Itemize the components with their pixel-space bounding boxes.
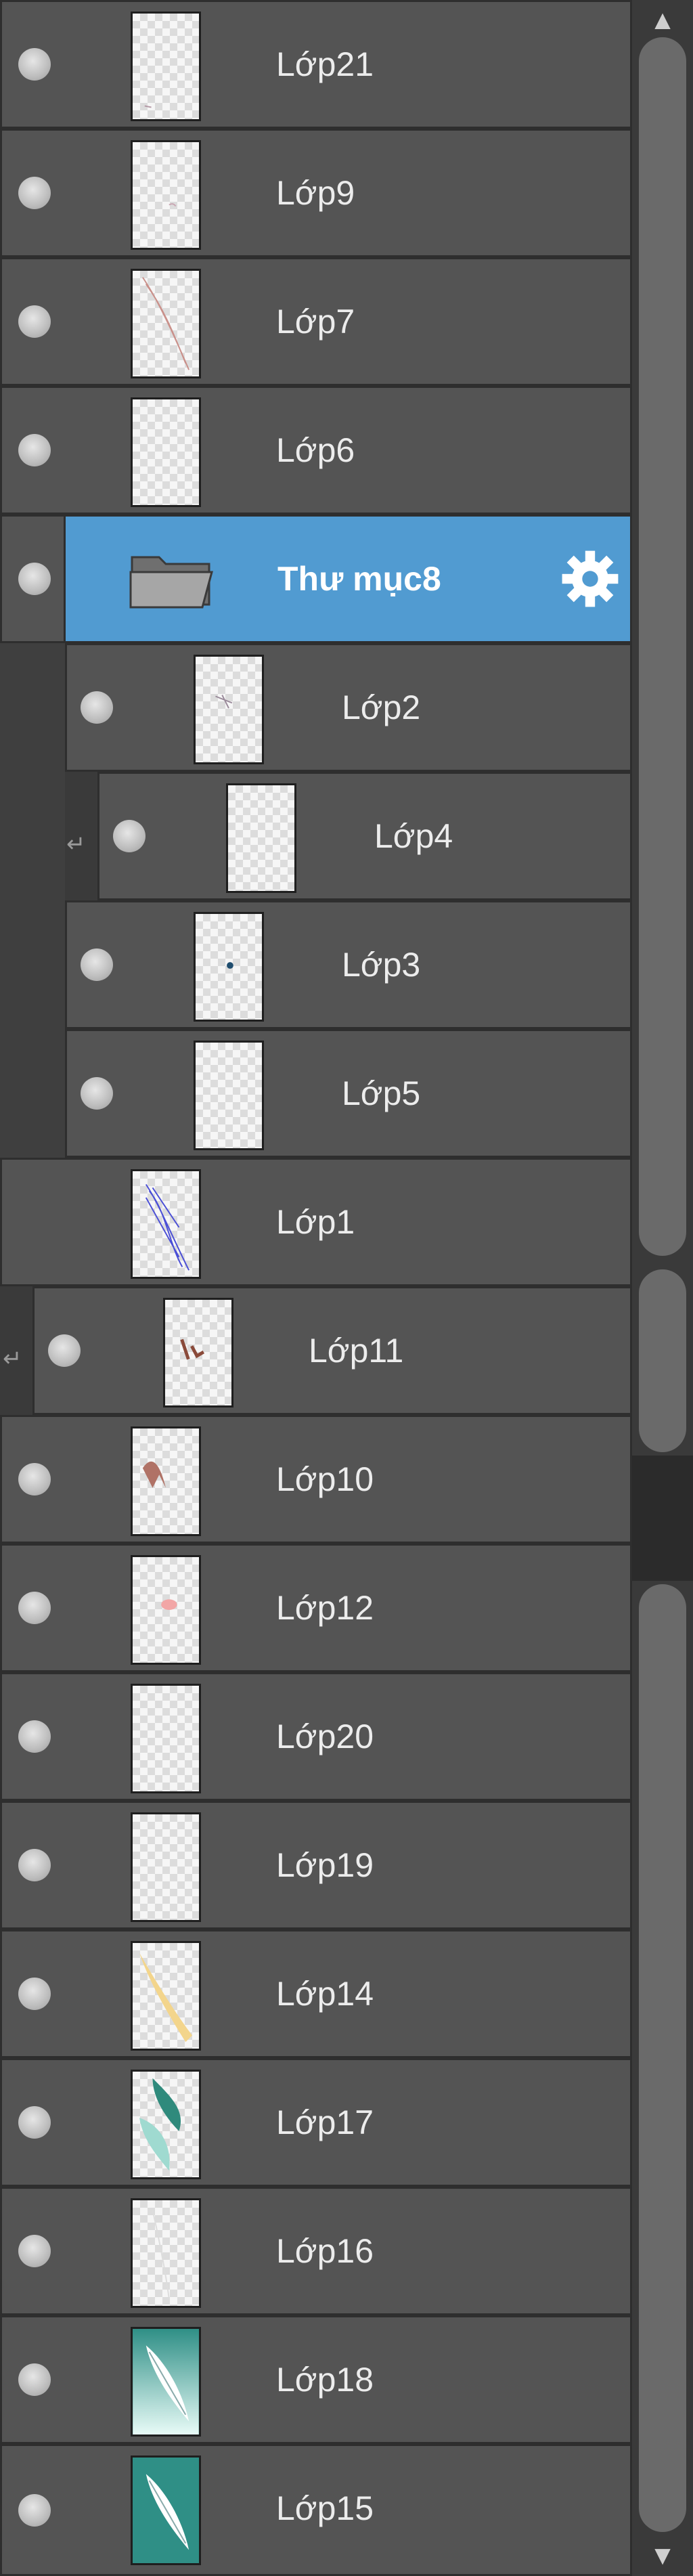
scrollbar-thumb[interactable] [639, 37, 686, 1256]
visibility-toggle-icon[interactable] [18, 1463, 51, 1496]
visibility-toggle-icon[interactable] [18, 1592, 51, 1624]
layer-thumbnail [131, 1684, 201, 1793]
layer-row-lop4[interactable]: ↵ Lớp4 [0, 772, 632, 900]
layer-thumbnail [131, 12, 201, 121]
layer-thumbnail [131, 2070, 201, 2179]
layer-row-lop10[interactable]: Lớp10 [0, 1415, 632, 1544]
layer-thumbnail [131, 269, 201, 378]
layer-name: Lớp14 [276, 1975, 374, 2013]
visibility-toggle-icon[interactable] [81, 691, 113, 724]
visibility-toggle-icon[interactable] [81, 948, 113, 981]
visibility-toggle-icon[interactable] [18, 2493, 51, 2527]
layer-row-lop3[interactable]: Lớp3 [0, 900, 632, 1029]
layer-thumbnail [131, 1555, 201, 1665]
layer-row-lop18[interactable]: Lớp18 [0, 2315, 632, 2444]
visibility-toggle-icon[interactable] [18, 2363, 51, 2396]
visibility-toggle-icon[interactable] [48, 1334, 81, 1367]
layer-thumbnail [131, 1941, 201, 2051]
layer-row-lop1[interactable]: Lớp1 [0, 1158, 632, 1286]
layer-thumbnail [131, 140, 201, 250]
layer-name: Lớp2 [342, 689, 421, 726]
layer-name: Lớp3 [342, 946, 421, 984]
layer-thumbnail [194, 912, 264, 1022]
layer-thumbnail [194, 655, 264, 764]
layer-name: Lớp7 [276, 303, 355, 341]
layer-name: Lớp18 [276, 2361, 374, 2399]
layer-row-lop11[interactable]: ↵ Lớp11 [0, 1286, 632, 1415]
layer-row-lop16[interactable]: Lớp16 [0, 2187, 632, 2315]
layer-thumbnail [131, 1169, 201, 1279]
layer-name: Lớp12 [276, 1589, 374, 1627]
scrollbar-segment[interactable] [639, 1584, 686, 2532]
layer-name: Lớp16 [276, 2232, 374, 2270]
layer-row-lop7[interactable]: Lớp7 [0, 257, 632, 386]
visibility-toggle-icon[interactable] [18, 48, 51, 81]
layer-name: Lớp4 [374, 817, 453, 855]
layer-row-lop17[interactable]: Lớp17 [0, 2058, 632, 2187]
folder-name: Thư mục8 [277, 560, 441, 598]
layer-thumbnail [131, 1812, 201, 1922]
layer-name: Lớp15 [276, 2489, 374, 2527]
layer-thumbnail [131, 397, 201, 507]
layer-row-lop6[interactable]: Lớp6 [0, 386, 632, 515]
visibility-toggle-icon[interactable] [18, 305, 51, 338]
layer-thumbnail [131, 2327, 201, 2437]
visibility-toggle-icon[interactable] [18, 563, 51, 595]
visibility-toggle-icon[interactable] [113, 820, 146, 852]
visibility-toggle-icon[interactable] [18, 1978, 51, 2010]
layer-row-lop2[interactable]: Lớp2 [0, 643, 632, 772]
gear-icon[interactable] [560, 548, 621, 609]
layer-name: Lớp10 [276, 1460, 374, 1498]
layer-thumbnail [131, 1426, 201, 1536]
layer-row-folder-thu-muc8[interactable]: Thư mục8 [0, 515, 632, 643]
clipping-arrow-icon: ↵ [3, 1346, 22, 1372]
layer-panel: Lớp21 Lớp9 Lớp7 Lớp6 Thư mục8 Lớp2 ↵ Lớp… [0, 0, 632, 2576]
layer-name: Lớp17 [276, 2103, 374, 2141]
scrollbar-segment[interactable] [639, 1269, 686, 1452]
layer-name: Lớp21 [276, 45, 374, 83]
visibility-toggle-icon[interactable] [18, 1849, 51, 1881]
layer-row-lop21[interactable]: Lớp21 [0, 0, 632, 129]
layer-name: Lớp20 [276, 1718, 374, 1755]
visibility-toggle-icon[interactable] [18, 434, 51, 466]
visibility-toggle-icon[interactable] [81, 1077, 113, 1110]
layer-name: Lớp19 [276, 1846, 374, 1884]
visibility-toggle-icon[interactable] [18, 2235, 51, 2267]
layer-name: Lớp6 [276, 431, 355, 469]
layer-row-lop19[interactable]: Lớp19 [0, 1801, 632, 1929]
layer-name: Lớp11 [309, 1332, 404, 1370]
scrollbar-gap [632, 1456, 693, 1581]
arrow-up-icon[interactable]: ▲ [632, 0, 693, 41]
layer-name: Lớp9 [276, 174, 355, 212]
layer-row-lop12[interactable]: Lớp12 [0, 1544, 632, 1672]
layer-thumbnail [131, 2455, 201, 2565]
visibility-toggle-icon[interactable] [18, 2106, 51, 2139]
layer-row-lop20[interactable]: Lớp20 [0, 1672, 632, 1801]
layer-row-lop15[interactable]: Lớp15 [0, 2444, 632, 2576]
layer-row-lop14[interactable]: Lớp14 [0, 1929, 632, 2058]
layer-thumbnail [226, 783, 296, 893]
layer-name: Lớp5 [342, 1074, 421, 1112]
layer-thumbnail [163, 1298, 233, 1407]
visibility-toggle-icon[interactable] [18, 1720, 51, 1753]
layer-thumbnail [131, 2198, 201, 2308]
clipping-arrow-icon: ↵ [66, 831, 86, 857]
scrollbar[interactable]: ▲ ▼ [632, 0, 693, 2576]
arrow-down-icon[interactable]: ▼ [632, 2535, 693, 2576]
layer-row-lop9[interactable]: Lớp9 [0, 129, 632, 257]
layer-row-lop5[interactable]: Lớp5 [0, 1029, 632, 1158]
visibility-toggle-icon[interactable] [18, 177, 51, 209]
layer-thumbnail [194, 1041, 264, 1150]
layer-name: Lớp1 [276, 1203, 355, 1241]
folder-icon [129, 556, 213, 609]
